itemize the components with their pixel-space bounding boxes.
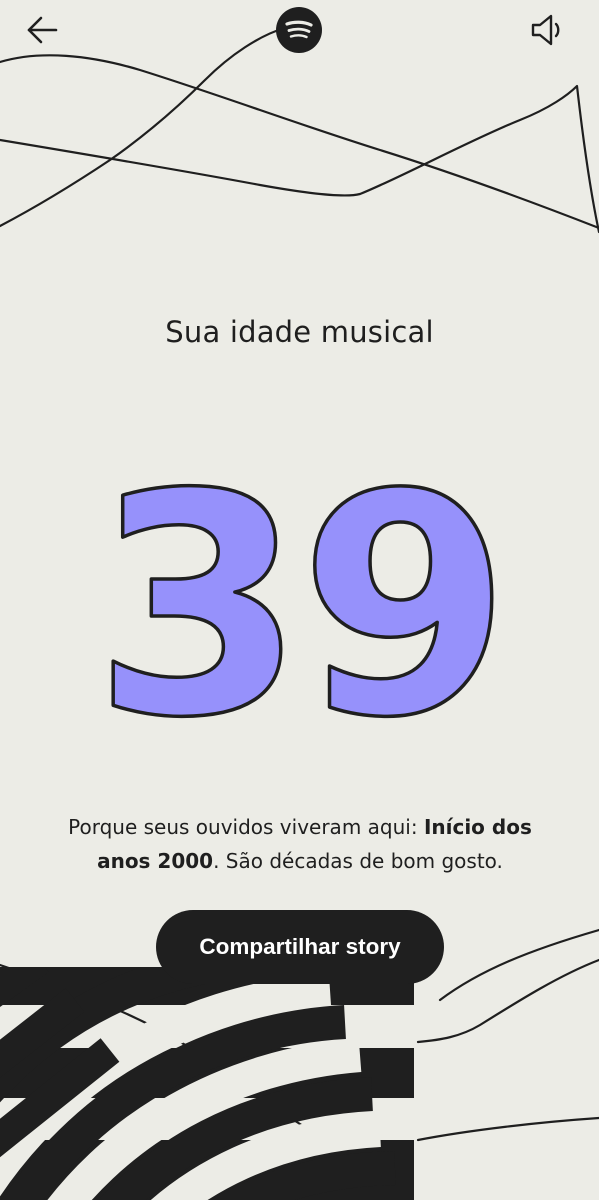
music-age-number: 39 <box>99 462 499 742</box>
description-text: Porque seus ouvidos viveram aqui: <box>68 815 424 839</box>
speaker-icon <box>531 14 560 46</box>
sound-toggle-button[interactable] <box>524 8 572 52</box>
music-age-value: 39 <box>99 462 499 742</box>
description-suffix: . São décadas de bom gosto. <box>213 849 503 873</box>
arrow-left-icon <box>27 16 58 44</box>
page-title: Sua idade musical <box>165 315 434 349</box>
decorative-pattern <box>0 967 414 1200</box>
back-button[interactable] <box>18 8 66 52</box>
share-story-button[interactable]: Compartilhar story <box>156 910 444 984</box>
story-screen: Sua idade musical 39 Porque seus ouvidos… <box>0 0 599 1200</box>
spotify-logo-icon <box>285 20 313 39</box>
spotify-logo-button[interactable] <box>276 7 322 53</box>
age-description: Porque seus ouvidos viveram aqui: Início… <box>40 810 560 878</box>
